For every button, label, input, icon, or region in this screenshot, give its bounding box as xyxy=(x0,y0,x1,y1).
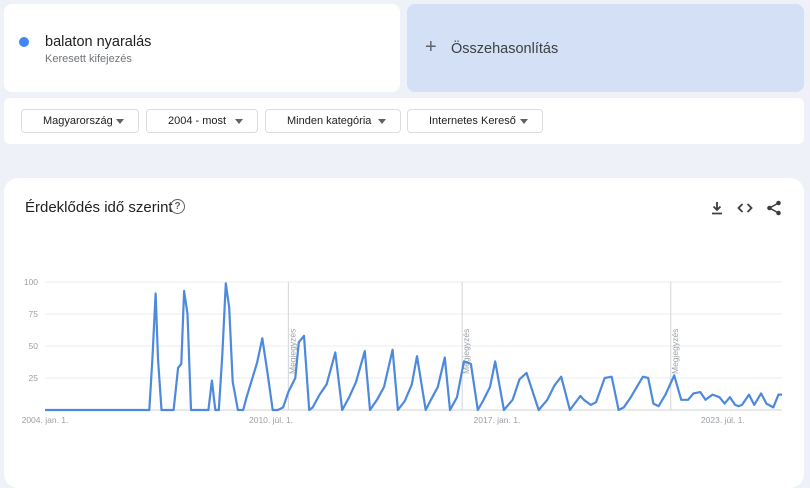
filter-region-label: Magyarország xyxy=(43,115,113,127)
chart-title: Érdeklődés idő szerint xyxy=(25,199,173,216)
chevron-down-icon xyxy=(378,119,386,124)
search-term-card[interactable]: balaton nyaralás Keresett kifejezés xyxy=(4,4,400,92)
plus-icon: + xyxy=(425,36,437,58)
chevron-down-icon xyxy=(235,119,243,124)
help-icon[interactable]: ? xyxy=(170,199,185,214)
filter-category-label: Minden kategória xyxy=(287,115,372,127)
compare-button[interactable]: + Összehasonlítás xyxy=(407,4,804,92)
download-icon[interactable] xyxy=(707,198,727,218)
chevron-down-icon xyxy=(116,119,124,124)
search-term-name[interactable]: balaton nyaralás xyxy=(45,34,151,50)
y-tick-label: 75 xyxy=(29,309,39,319)
annotation-label[interactable]: Megjegyzés xyxy=(670,329,680,374)
filters-bar: Magyarország 2004 - most Minden kategóri… xyxy=(4,98,804,144)
share-icon[interactable] xyxy=(764,198,784,218)
embed-code-icon[interactable] xyxy=(735,198,755,218)
chevron-down-icon xyxy=(520,119,528,124)
y-tick-label: 100 xyxy=(24,277,38,287)
filter-time-range-label: 2004 - most xyxy=(168,115,227,127)
interest-over-time-card: Érdeklődés idő szerint ? 25 50 75 100 Megje… xyxy=(4,178,804,488)
filter-region[interactable]: Magyarország xyxy=(21,109,139,133)
x-tick-label: 2010. júl. 1. xyxy=(249,415,293,425)
filter-search-type[interactable]: Internetes Kereső xyxy=(407,109,543,133)
filter-category[interactable]: Minden kategória xyxy=(265,109,401,133)
x-tick-label: 2023. júl. 1. xyxy=(701,415,745,425)
y-tick-label: 50 xyxy=(29,341,39,351)
x-tick-label: 2017. jan. 1. xyxy=(474,415,521,425)
search-term-subtitle: Keresett kifejezés xyxy=(45,53,132,65)
filter-time-range[interactable]: 2004 - most xyxy=(146,109,258,133)
compare-label: Összehasonlítás xyxy=(451,41,559,57)
y-tick-label: 25 xyxy=(29,373,39,383)
series-color-dot xyxy=(19,37,29,47)
filter-search-type-label: Internetes Kereső xyxy=(429,115,516,127)
x-tick-label: 2004. jan. 1. xyxy=(22,415,69,425)
interest-line-chart: 255075100 Megjegyzés Megjegyzés Megjegyzés… xyxy=(22,277,782,425)
